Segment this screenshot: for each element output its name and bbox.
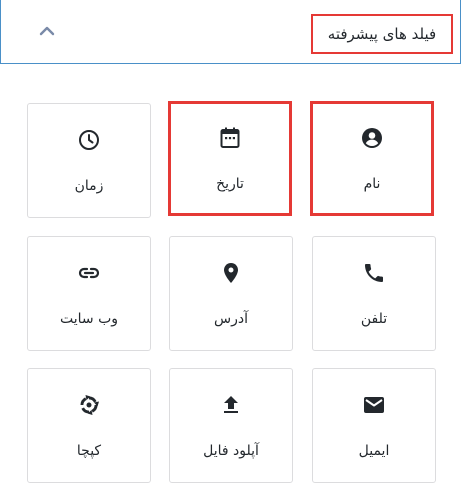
- map-pin-icon: [219, 261, 243, 285]
- field-tile-email[interactable]: ایمیل: [312, 368, 436, 483]
- field-label: تلفن: [360, 311, 388, 327]
- field-label: تاریخ: [216, 176, 244, 192]
- field-tile-name[interactable]: نام: [310, 101, 434, 216]
- upload-icon: [219, 393, 243, 417]
- field-label: ایمیل: [358, 443, 390, 459]
- field-label: نام: [363, 176, 381, 192]
- field-tile-time[interactable]: زمان: [27, 103, 151, 218]
- captcha-icon: [77, 393, 101, 417]
- clock-icon: [77, 128, 101, 152]
- fields-grid: نام تاریخ زمان تلفن آدرس وب سایت ایمیل آ…: [0, 0, 463, 500]
- field-label: آدرس: [214, 311, 248, 327]
- field-tile-date[interactable]: تاریخ: [168, 101, 292, 216]
- field-label: وب سایت: [59, 311, 119, 327]
- field-tile-phone[interactable]: تلفن: [312, 236, 436, 351]
- field-label: کپچا: [76, 443, 102, 459]
- field-tile-website[interactable]: وب سایت: [27, 236, 151, 351]
- field-tile-file-upload[interactable]: آپلود فایل: [169, 368, 293, 483]
- field-label: زمان: [74, 178, 104, 194]
- envelope-icon: [362, 393, 386, 417]
- advanced-fields-panel: فیلد های پیشرفته نام تاریخ زمان تلفن آدر…: [0, 0, 463, 500]
- field-label: آپلود فایل: [203, 443, 259, 459]
- link-icon: [77, 261, 101, 285]
- field-tile-captcha[interactable]: کپچا: [27, 368, 151, 483]
- calendar-icon: [218, 126, 242, 150]
- account-circle-icon: [360, 126, 384, 150]
- field-tile-address[interactable]: آدرس: [169, 236, 293, 351]
- phone-icon: [362, 261, 386, 285]
